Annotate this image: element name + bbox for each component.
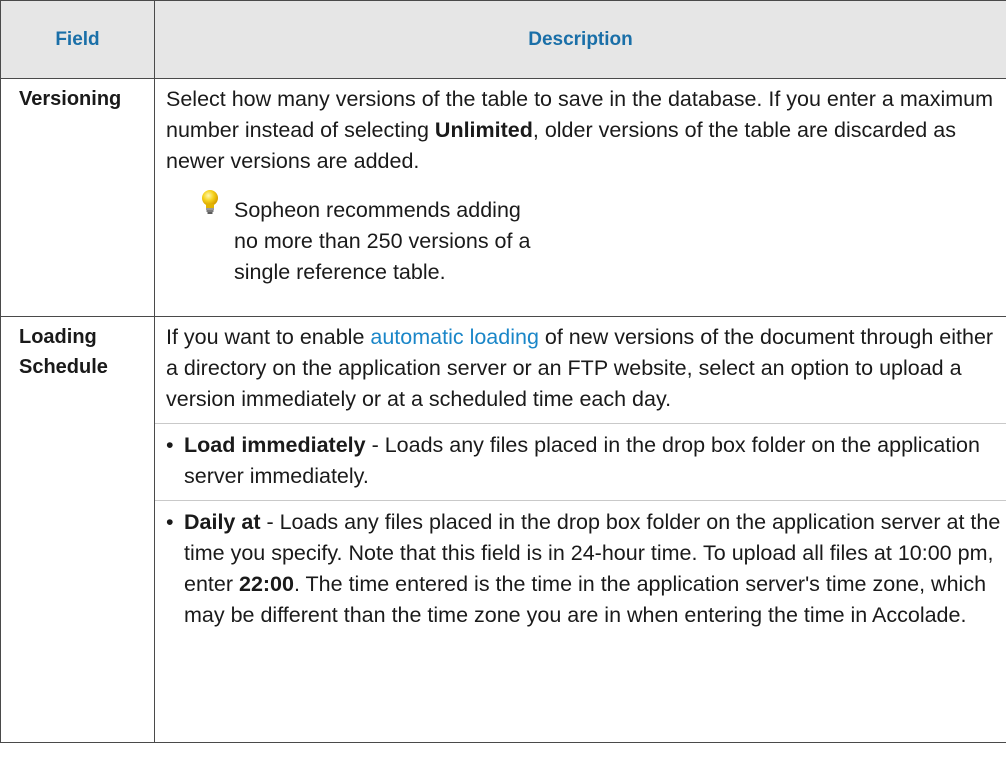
bullet: • [166, 510, 174, 534]
tip-text: Sopheon recommends adding no more than 2… [234, 198, 531, 284]
loading-paragraph: If you want to enable automatic loading … [166, 322, 1002, 423]
unlimited-bold: Unlimited [434, 118, 533, 142]
field-description-table: Field Description Versioning Select how … [0, 0, 1006, 743]
bullet: • [166, 433, 174, 457]
description-loading-schedule: If you want to enable automatic loading … [154, 316, 1006, 743]
list-item-daily-at: • Daily at - Loads any files placed in th… [155, 500, 1006, 639]
field-name-line1: Loading [19, 326, 97, 348]
time-bold: 22:00 [238, 572, 294, 596]
description-versioning: Select how many versions of the table to… [154, 78, 1006, 317]
versioning-paragraph: Select how many versions of the table to… [166, 84, 1002, 177]
field-name-line2: Schedule [19, 356, 108, 378]
table-row-versioning: Versioning Select how many versions of t… [0, 78, 1006, 317]
list-item-load-immediately: • Load immediately - Loads any files plac… [155, 423, 1006, 500]
header-field: Field [0, 0, 155, 79]
table-row-loading-schedule: Loading Schedule If you want to enable a… [0, 316, 1006, 743]
daily-at-label: Daily at [184, 510, 261, 534]
table-header-row: Field Description [0, 0, 1006, 79]
field-name-versioning: Versioning [0, 78, 155, 317]
header-description: Description [154, 0, 1006, 79]
loading-options-list: • Load immediately - Loads any files plac… [155, 423, 1006, 639]
field-name-loading-schedule: Loading Schedule [0, 316, 155, 743]
daily-at-text-end: . The time entered is the time in the ap… [184, 572, 987, 627]
lightbulb-icon [202, 190, 218, 214]
automatic-loading-link[interactable]: automatic loading [370, 325, 539, 349]
loading-text-start: If you want to enable [166, 325, 371, 349]
load-immediately-label: Load immediately [184, 433, 366, 457]
tip-note: Sopheon recommends adding no more than 2… [166, 190, 1002, 288]
